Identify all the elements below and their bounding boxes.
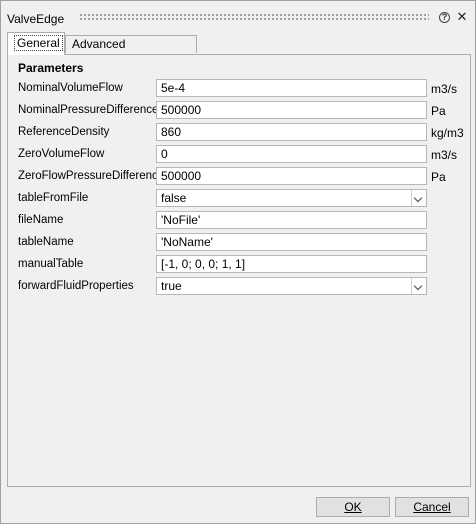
window-title: ValveEdge (7, 12, 65, 26)
cancel-button[interactable]: Cancel (395, 497, 469, 517)
param-label: ZeroVolumeFlow (18, 148, 105, 160)
param-row-file-name: fileName 'NoFile' (8, 211, 470, 231)
tab-bar: General Advanced Initialization (7, 32, 471, 68)
chevron-down-icon[interactable] (411, 190, 426, 206)
param-label: forwardFluidProperties (18, 280, 134, 292)
param-label: manualTable (18, 258, 84, 270)
param-row-zero-volume-flow: ZeroVolumeFlow 0 m3/s (8, 145, 470, 165)
param-label: tableFromFile (18, 192, 89, 204)
valve-edge-dialog: ValveEdge ? ✕ General Advanced Initializ… (0, 0, 476, 524)
param-value-input[interactable]: 'NoName' (156, 233, 427, 251)
parameters-heading: Parameters (18, 61, 84, 75)
param-label: ReferenceDensity (18, 126, 110, 138)
general-panel: Parameters NominalVolumeFlow 5e-4 m3/s N… (7, 54, 471, 487)
param-row-zero-flow-pressure-difference: ZeroFlowPressureDifference 500000 Pa (8, 167, 470, 187)
param-row-nominal-pressure-difference: NominalPressureDifference 500000 Pa (8, 101, 470, 121)
param-row-table-name: tableName 'NoName' (8, 233, 470, 253)
param-unit: kg/m3 (431, 126, 464, 140)
param-value-input[interactable]: 500000 (156, 167, 427, 185)
help-icon[interactable]: ? (439, 12, 450, 23)
param-unit: Pa (431, 104, 446, 118)
param-row-nominal-volume-flow: NominalVolumeFlow 5e-4 m3/s (8, 79, 470, 99)
cancel-button-label: Cancel (413, 500, 451, 514)
select-value: false (161, 191, 187, 205)
param-value-input[interactable]: 0 (156, 145, 427, 163)
param-unit: m3/s (431, 148, 458, 162)
param-row-table-from-file: tableFromFile false (8, 189, 470, 209)
param-label: fileName (18, 214, 64, 226)
param-label: ZeroFlowPressureDifference (18, 170, 165, 182)
title-bar[interactable]: ValveEdge ? ✕ (1, 1, 475, 29)
forward-fluid-properties-select[interactable]: true (156, 277, 427, 295)
param-label: tableName (18, 236, 74, 248)
ok-button-label: OK (344, 500, 362, 514)
param-value-input[interactable]: 860 (156, 123, 427, 141)
param-row-manual-table: manualTable [-1, 0; 0, 0; 1, 1] (8, 255, 470, 275)
param-label: NominalPressureDifference (18, 104, 159, 116)
param-label: NominalVolumeFlow (18, 82, 123, 94)
tab-advanced-initialization[interactable]: Advanced Initialization (65, 35, 197, 68)
table-from-file-select[interactable]: false (156, 189, 427, 207)
tab-general-label: General (14, 35, 63, 51)
ok-button[interactable]: OK (316, 497, 390, 517)
chevron-down-icon[interactable] (411, 278, 426, 294)
select-value: true (161, 279, 182, 293)
param-row-forward-fluid-properties: forwardFluidProperties true (8, 277, 470, 297)
param-value-input[interactable]: [-1, 0; 0, 0; 1, 1] (156, 255, 427, 273)
param-value-input[interactable]: 5e-4 (156, 79, 427, 97)
param-unit: Pa (431, 170, 446, 184)
close-icon[interactable]: ✕ (456, 10, 468, 24)
tab-general[interactable]: General (7, 32, 65, 55)
param-row-reference-density: ReferenceDensity 860 kg/m3 (8, 123, 470, 143)
param-unit: m3/s (431, 82, 458, 96)
param-value-input[interactable]: 500000 (156, 101, 427, 119)
drag-grip[interactable] (79, 13, 429, 22)
param-value-input[interactable]: 'NoFile' (156, 211, 427, 229)
